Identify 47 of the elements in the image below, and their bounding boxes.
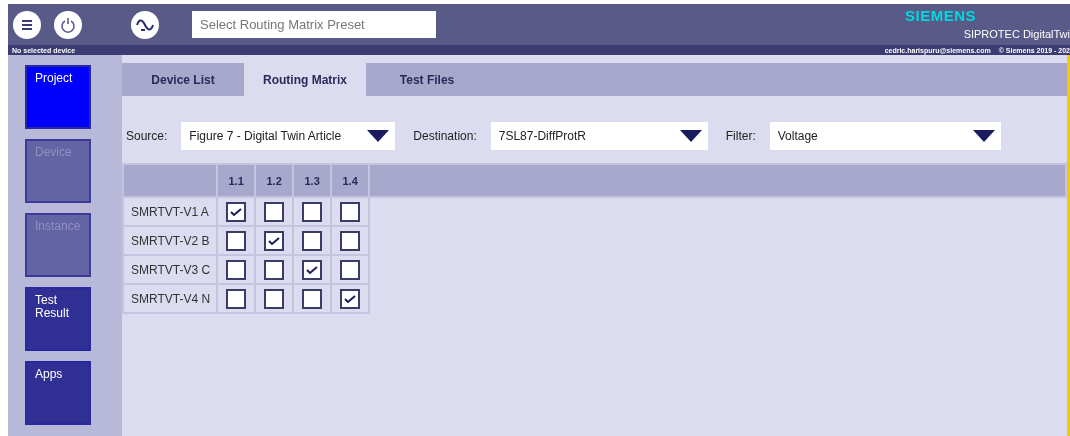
check-icon — [344, 293, 357, 304]
filter-label: Destination: — [413, 129, 477, 143]
column-header: 1.3 — [293, 164, 332, 197]
filter-label: Source: — [126, 129, 168, 143]
preset-field[interactable]: Select Routing Matrix Preset — [192, 11, 436, 38]
power-icon[interactable] — [54, 10, 82, 39]
checkbox[interactable] — [302, 230, 323, 251]
checkbox[interactable] — [302, 259, 323, 280]
checkbox[interactable] — [264, 201, 285, 222]
row-label: SMRTVT-V1 A — [123, 197, 218, 226]
checkbox[interactable] — [264, 288, 285, 309]
checkbox[interactable] — [226, 288, 247, 309]
sidebar-item[interactable]: Test Result — [25, 287, 91, 351]
tab[interactable]: Routing Matrix — [244, 63, 366, 96]
dropdown[interactable]: 7SL87-DiffProtR — [490, 122, 708, 150]
checkbox[interactable] — [302, 201, 323, 222]
checkbox[interactable] — [302, 288, 323, 309]
menu-icon[interactable] — [13, 10, 41, 39]
checkbox[interactable] — [340, 288, 361, 309]
checkbox[interactable] — [264, 259, 285, 280]
checkbox[interactable] — [340, 201, 361, 222]
check-icon — [230, 206, 243, 217]
checkbox[interactable] — [226, 230, 247, 251]
checkbox[interactable] — [264, 230, 285, 251]
row-label: SMRTVT-V3 C — [123, 255, 218, 284]
dropdown[interactable]: Figure 7 - Digital Twin Article — [181, 122, 396, 150]
check-icon — [306, 264, 319, 275]
product-name: SIPROTEC DigitalTwi — [963, 28, 1070, 40]
filter-label: Filter: — [725, 129, 756, 143]
column-header: 1.1 — [217, 164, 256, 197]
check-icon — [268, 235, 281, 246]
column-header: 1.4 — [331, 164, 370, 197]
column-header: 1.2 — [255, 164, 294, 197]
sidebar-item[interactable]: Project — [25, 65, 91, 129]
caret-icon — [972, 130, 995, 142]
checkbox[interactable] — [226, 259, 247, 280]
row-label: SMRTVT-V2 B — [123, 226, 218, 255]
brand-logo: SIEMENS — [905, 7, 976, 24]
row-label: SMRTVT-V4 N — [123, 284, 218, 313]
checkbox[interactable] — [340, 259, 361, 280]
sidebar-item[interactable]: Apps — [25, 361, 91, 425]
wave-icon[interactable] — [131, 10, 159, 39]
caret-icon — [679, 130, 702, 142]
dropdown[interactable]: Voltage — [769, 122, 1001, 150]
checkbox[interactable] — [340, 230, 361, 251]
checkbox[interactable] — [226, 201, 247, 222]
caret-icon — [367, 130, 390, 142]
